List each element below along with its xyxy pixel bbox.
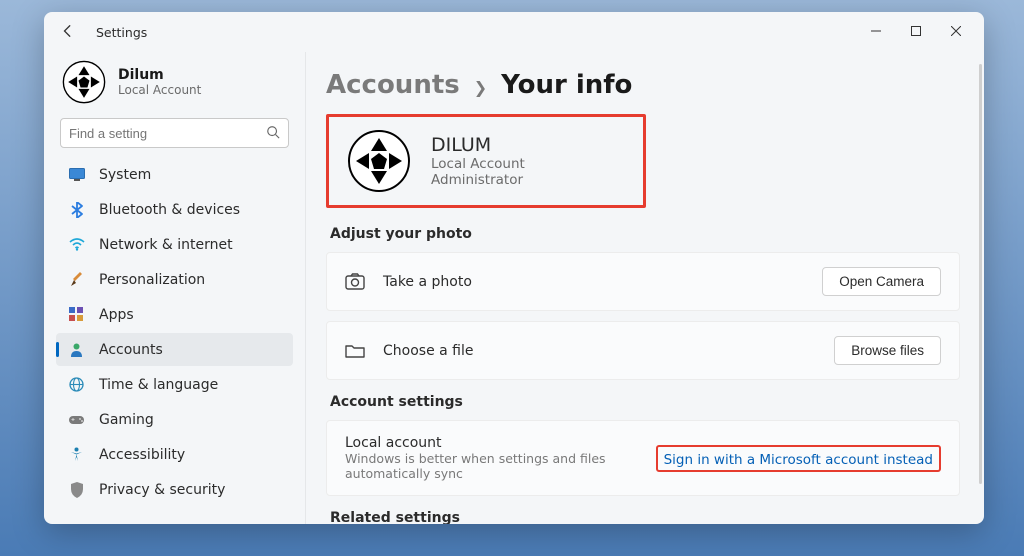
- search-icon: [266, 124, 280, 143]
- settings-window: Settings: [44, 12, 984, 524]
- search-input[interactable]: [69, 126, 266, 141]
- local-account-row: Local account Windows is better when set…: [326, 420, 960, 496]
- sidebar-item-label: System: [99, 167, 151, 183]
- sign-in-link-highlight: Sign in with a Microsoft account instead: [656, 445, 941, 472]
- section-related-settings: Related settings: [330, 510, 960, 524]
- local-account-subtitle: Windows is better when settings and file…: [345, 451, 638, 481]
- sidebar-item-privacy[interactable]: Privacy & security: [56, 473, 293, 506]
- title-bar: Settings: [44, 12, 984, 52]
- sidebar-user-name: Dilum: [118, 67, 201, 83]
- sidebar-item-label: Apps: [99, 307, 134, 323]
- close-icon: [951, 25, 961, 39]
- sidebar-item-accessibility[interactable]: Accessibility: [56, 438, 293, 471]
- chevron-right-icon: ❯: [474, 78, 487, 97]
- profile-account-type: Local Account: [431, 156, 525, 172]
- sidebar-item-label: Privacy & security: [99, 482, 225, 498]
- sidebar-item-network[interactable]: Network & internet: [56, 228, 293, 261]
- local-account-title: Local account: [345, 435, 638, 451]
- sidebar-user-type: Local Account: [118, 83, 201, 97]
- back-button[interactable]: [52, 16, 84, 48]
- sidebar-item-label: Bluetooth & devices: [99, 202, 240, 218]
- section-account-settings: Account settings: [330, 394, 960, 410]
- avatar-icon: [62, 60, 106, 104]
- folder-icon: [345, 341, 365, 361]
- window-controls: [856, 16, 976, 48]
- main-panel: Accounts ❯ Your info DILUM Local Account…: [306, 52, 984, 524]
- close-button[interactable]: [936, 16, 976, 48]
- sidebar-item-label: Accounts: [99, 342, 163, 358]
- apps-icon: [68, 306, 85, 323]
- maximize-button[interactable]: [896, 16, 936, 48]
- breadcrumb: Accounts ❯ Your info: [326, 70, 960, 100]
- profile-info-card: DILUM Local Account Administrator: [326, 114, 646, 208]
- nav: System Bluetooth & devices Network & int…: [56, 158, 293, 524]
- choose-file-row: Choose a file Browse files: [326, 321, 960, 380]
- sidebar: Dilum Local Account System Bluetooth & d…: [44, 52, 306, 524]
- globe-icon: [68, 376, 85, 393]
- sidebar-item-apps[interactable]: Apps: [56, 298, 293, 331]
- sidebar-item-label: Accessibility: [99, 447, 185, 463]
- bluetooth-icon: [68, 201, 85, 218]
- open-camera-button[interactable]: Open Camera: [822, 267, 941, 296]
- search-box[interactable]: [60, 118, 289, 148]
- shield-icon: [68, 481, 85, 498]
- avatar-icon: [347, 129, 411, 193]
- sidebar-user[interactable]: Dilum Local Account: [56, 56, 293, 116]
- minimize-icon: [871, 25, 881, 39]
- sidebar-item-personalization[interactable]: Personalization: [56, 263, 293, 296]
- gamepad-icon: [68, 411, 85, 428]
- profile-name: DILUM: [431, 134, 525, 156]
- take-photo-label: Take a photo: [383, 274, 804, 290]
- minimize-button[interactable]: [856, 16, 896, 48]
- sidebar-item-label: Network & internet: [99, 237, 233, 253]
- accessibility-icon: [68, 446, 85, 463]
- sign-in-microsoft-link[interactable]: Sign in with a Microsoft account instead: [664, 452, 933, 468]
- camera-icon: [345, 272, 365, 292]
- sidebar-item-gaming[interactable]: Gaming: [56, 403, 293, 436]
- maximize-icon: [911, 25, 921, 39]
- choose-file-label: Choose a file: [383, 343, 816, 359]
- wifi-icon: [68, 236, 85, 253]
- sidebar-item-label: Gaming: [99, 412, 154, 428]
- page-title: Your info: [501, 70, 632, 100]
- sidebar-item-time-language[interactable]: Time & language: [56, 368, 293, 401]
- scrollbar[interactable]: [979, 64, 982, 484]
- sidebar-item-label: Personalization: [99, 272, 205, 288]
- sidebar-item-system[interactable]: System: [56, 158, 293, 191]
- sidebar-item-label: Time & language: [99, 377, 218, 393]
- window-title: Settings: [96, 25, 147, 40]
- content-area: Dilum Local Account System Bluetooth & d…: [44, 52, 984, 524]
- person-icon: [68, 341, 85, 358]
- profile-role: Administrator: [431, 172, 525, 188]
- sidebar-item-accounts[interactable]: Accounts: [56, 333, 293, 366]
- monitor-icon: [68, 166, 85, 183]
- back-arrow-icon: [61, 23, 75, 42]
- breadcrumb-parent[interactable]: Accounts: [326, 70, 460, 100]
- browse-files-button[interactable]: Browse files: [834, 336, 941, 365]
- sidebar-item-bluetooth[interactable]: Bluetooth & devices: [56, 193, 293, 226]
- section-adjust-photo: Adjust your photo: [330, 226, 960, 242]
- take-photo-row: Take a photo Open Camera: [326, 252, 960, 311]
- brush-icon: [68, 271, 85, 288]
